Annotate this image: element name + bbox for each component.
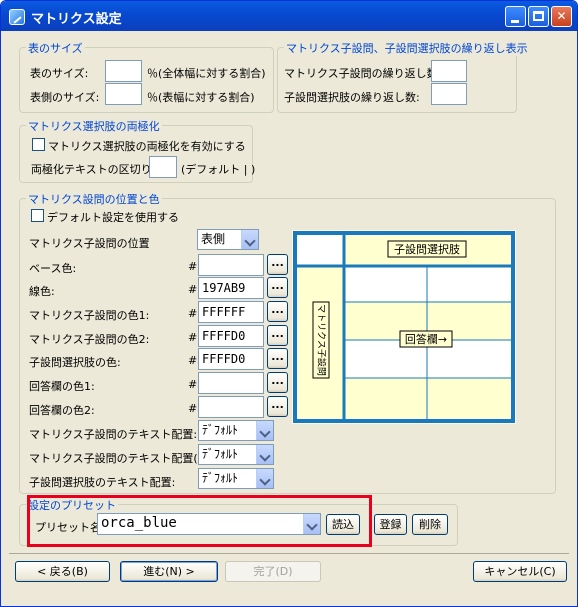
- align-label-child-right: マトリクス子設問のテキスト配置(右):: [29, 452, 217, 465]
- color-label-answer2: 回答欄の色2:: [29, 404, 95, 417]
- align-select-choice[interactable]: ﾃﾞﾌｫﾙﾄ: [198, 468, 274, 489]
- child-position-label: マトリクス子設問の位置: [29, 237, 150, 250]
- side-size-label: 表側のサイズ:: [30, 91, 100, 104]
- preview-child-label: マトリクス子設問: [316, 304, 328, 376]
- cancel-button[interactable]: キャンセル(C): [473, 561, 567, 582]
- preset-delete-button[interactable]: 削除: [412, 514, 448, 535]
- repeat-legend: マトリクス子設問、子設問選択肢の繰り返し表示: [284, 40, 530, 56]
- separator-hint: (デフォルト | ): [181, 163, 256, 176]
- color-input-child2[interactable]: FFFFD0: [198, 325, 264, 347]
- color-label-choice: 子設問選択肢の色:: [29, 356, 121, 369]
- color-picker-button-line[interactable]: ...: [267, 277, 288, 298]
- footer-divider: [9, 553, 569, 554]
- color-picker-button-child2[interactable]: ...: [267, 325, 288, 346]
- child-position-value: 表側: [201, 232, 226, 246]
- polar-legend: マトリクス選択肢の両極化: [26, 118, 162, 134]
- separator-label: 両極化テキストの区切り:: [31, 163, 156, 176]
- matrix-preview: 子設問選択肢 マトリクス子設問 回答欄→: [292, 230, 516, 424]
- child-repeat-input[interactable]: [431, 60, 467, 82]
- hash-mark: #: [188, 378, 198, 391]
- color-picker-button-base[interactable]: ...: [267, 254, 288, 275]
- chevron-down-icon: [256, 445, 273, 464]
- align-label-choice: 子設問選択肢のテキスト配置:: [29, 476, 176, 489]
- color-label-base: ベース色:: [29, 262, 77, 275]
- default-settings-label[interactable]: デフォルト設定を使用する: [47, 209, 179, 225]
- hash-mark: #: [188, 402, 198, 415]
- title-bar[interactable]: マトリクス設定 ✕: [1, 1, 577, 31]
- preset-highlight-annotation: [27, 495, 372, 547]
- separator-input[interactable]: [149, 156, 177, 178]
- polar-enable-label[interactable]: マトリクス選択肢の両極化を有効にする: [48, 138, 246, 154]
- color-input-answer1[interactable]: [198, 372, 264, 394]
- align-value-choice: ﾃﾞﾌｫﾙﾄ: [202, 471, 239, 485]
- close-button[interactable]: ✕: [551, 6, 572, 27]
- choice-repeat-label: 子設問選択肢の繰り返し数:: [284, 91, 420, 104]
- matrix-settings-window: マトリクス設定 ✕ 表のサイズ 表のサイズ: ％(全体幅に対する割合) 表側のサ…: [0, 0, 578, 607]
- table-size-legend: 表のサイズ: [26, 40, 85, 56]
- back-button[interactable]: < 戻る(B): [15, 561, 110, 582]
- table-size-label: 表のサイズ:: [30, 67, 89, 80]
- color-picker-button-child1[interactable]: ...: [267, 301, 288, 322]
- preset-register-button[interactable]: 登録: [374, 514, 407, 535]
- color-input-child1[interactable]: FFFFFF: [198, 301, 264, 323]
- maximize-icon: [533, 11, 544, 21]
- hash-mark: #: [188, 354, 198, 367]
- color-label-child2: マトリクス子設問の色2:: [29, 333, 150, 346]
- color-input-line[interactable]: 197AB9: [198, 277, 264, 299]
- color-picker-button-answer1[interactable]: ...: [267, 372, 288, 393]
- color-input-choice[interactable]: FFFFD0: [198, 348, 264, 370]
- color-label-line: 線色:: [29, 285, 55, 298]
- align-label-child: マトリクス子設問のテキスト配置:: [29, 428, 198, 441]
- hash-mark: #: [188, 260, 198, 273]
- window-title: マトリクス設定: [31, 12, 122, 27]
- side-size-input[interactable]: [105, 83, 142, 105]
- color-input-answer2[interactable]: [198, 396, 264, 418]
- minimize-button[interactable]: [505, 6, 526, 27]
- preview-answer-label: 回答欄→: [405, 332, 447, 346]
- chevron-down-icon: [241, 230, 258, 249]
- color-input-base[interactable]: [198, 254, 264, 276]
- maximize-button[interactable]: [528, 6, 549, 27]
- default-settings-checkbox[interactable]: [31, 209, 44, 222]
- align-value-child-right: ﾃﾞﾌｫﾙﾄ: [202, 447, 239, 461]
- matrix-preview-svg: 子設問選択肢 マトリクス子設問 回答欄→: [293, 231, 515, 423]
- app-icon: [9, 9, 25, 25]
- choice-repeat-input[interactable]: [431, 83, 467, 105]
- color-label-child1: マトリクス子設問の色1:: [29, 309, 150, 322]
- side-size-unit: ％(表幅に対する割合): [147, 91, 255, 104]
- minimize-icon: [511, 20, 519, 23]
- color-picker-button-choice[interactable]: ...: [267, 348, 288, 369]
- position-legend: マトリクス設問の位置と色: [26, 191, 162, 207]
- hash-mark: #: [188, 283, 198, 296]
- color-picker-button-answer2[interactable]: ...: [267, 396, 288, 417]
- chevron-down-icon: [256, 469, 273, 488]
- preview-choice-label: 子設問選択肢: [394, 242, 460, 256]
- finish-button[interactable]: 完了(D): [225, 561, 321, 582]
- next-button[interactable]: 進む(N) >: [120, 561, 218, 582]
- child-repeat-label: マトリクス子設問の繰り返し数:: [284, 67, 442, 80]
- close-icon: ✕: [556, 9, 567, 23]
- align-value-child: ﾃﾞﾌｫﾙﾄ: [202, 423, 239, 437]
- polar-enable-checkbox[interactable]: [32, 138, 45, 151]
- align-select-child[interactable]: ﾃﾞﾌｫﾙﾄ: [198, 420, 274, 441]
- color-label-answer1: 回答欄の色1:: [29, 380, 95, 393]
- align-select-child-right[interactable]: ﾃﾞﾌｫﾙﾄ: [198, 444, 274, 465]
- hash-mark: #: [188, 307, 198, 320]
- hash-mark: #: [188, 331, 198, 344]
- table-size-input[interactable]: [105, 60, 142, 82]
- table-size-unit: ％(全体幅に対する割合): [147, 67, 266, 80]
- chevron-down-icon: [256, 421, 273, 440]
- child-position-select[interactable]: 表側: [197, 229, 259, 250]
